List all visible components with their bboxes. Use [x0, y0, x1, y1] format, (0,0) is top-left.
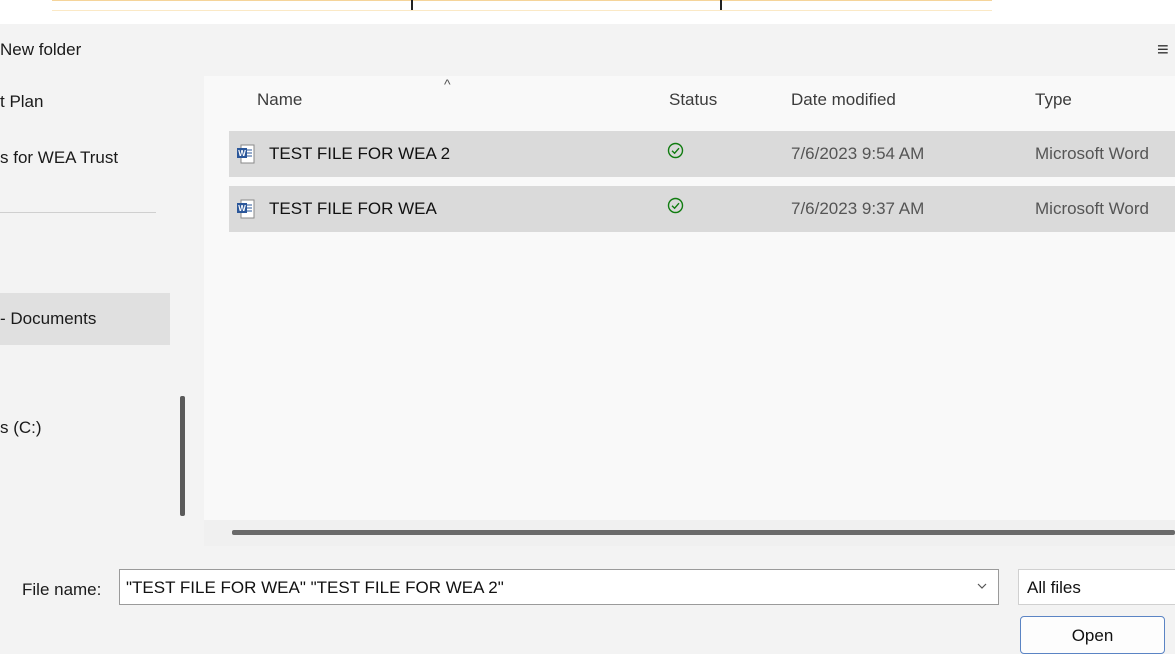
address-bar-border-lower [52, 10, 992, 11]
nav-item-label: s for WEA Trust [0, 148, 119, 167]
open-button-label: Open [1071, 626, 1114, 645]
file-name: TEST FILE FOR WEA [269, 199, 437, 218]
nav-item-documents[interactable]: - Documents [0, 293, 170, 345]
column-header-type[interactable]: Type [1035, 90, 1072, 110]
nav-item-label: t Plan [0, 92, 44, 111]
address-bar-border [52, 0, 992, 1]
nav-item-c-drive[interactable]: s (C:) [0, 418, 170, 444]
file-row[interactable]: W TEST FILE FOR WEA 2 7/6/2023 9:54 AM M… [229, 131, 1175, 177]
toolbar: New folder ≡ [0, 24, 1175, 76]
nav-item-label: s (C:) [0, 418, 42, 437]
file-type: Microsoft Word [1035, 144, 1149, 163]
horizontal-scrollbar-thumb[interactable] [232, 530, 1175, 535]
view-options-icon[interactable]: ≡ [1157, 40, 1169, 60]
nav-item-label: - Documents [0, 309, 97, 328]
window-top-strip [0, 0, 1175, 24]
svg-text:W: W [238, 149, 246, 158]
separator-tick [720, 0, 722, 10]
file-row[interactable]: W TEST FILE FOR WEA 7/6/2023 9:37 AM Mic… [229, 186, 1175, 232]
word-document-icon: W [237, 144, 255, 164]
file-date-modified: 7/6/2023 9:54 AM [791, 144, 925, 163]
navigation-pane: t Plan s for WEA Trust - Documents s (C:… [0, 76, 172, 546]
file-type-filter-select[interactable]: All files [1018, 569, 1175, 605]
file-date-modified: 7/6/2023 9:37 AM [791, 199, 925, 218]
chevron-down-icon[interactable] [974, 578, 990, 594]
horizontal-scrollbar[interactable] [204, 520, 1175, 546]
column-header-name[interactable]: Name [257, 90, 302, 110]
open-button[interactable]: Open [1020, 616, 1165, 654]
nav-item-wea-trust[interactable]: s for WEA Trust [0, 148, 170, 174]
nav-divider [0, 212, 156, 213]
nav-item-plan[interactable]: t Plan [0, 92, 170, 118]
sort-ascending-icon: ^ [444, 76, 451, 92]
synced-check-icon [667, 142, 684, 159]
file-list: ^ Name Status Date modified Type W TEST … [204, 76, 1175, 546]
file-type-filter-value: All files [1027, 578, 1081, 597]
file-name-input[interactable]: "TEST FILE FOR WEA" "TEST FILE FOR WEA 2… [119, 569, 999, 605]
synced-check-icon [667, 197, 684, 214]
new-folder-button[interactable]: New folder [0, 40, 81, 60]
svg-text:W: W [238, 204, 246, 213]
column-header-date[interactable]: Date modified [791, 90, 896, 110]
file-name-value: "TEST FILE FOR WEA" "TEST FILE FOR WEA 2… [126, 578, 504, 597]
navigation-scrollbar[interactable] [172, 76, 204, 546]
file-type: Microsoft Word [1035, 199, 1149, 218]
navigation-scrollbar-thumb[interactable] [180, 396, 185, 516]
column-header-status[interactable]: Status [669, 90, 717, 110]
file-name-bar: File name: "TEST FILE FOR WEA" "TEST FIL… [0, 546, 1175, 654]
word-document-icon: W [237, 199, 255, 219]
file-name-label: File name: [22, 580, 102, 599]
file-name: TEST FILE FOR WEA 2 [269, 144, 451, 163]
separator-tick [411, 0, 413, 10]
